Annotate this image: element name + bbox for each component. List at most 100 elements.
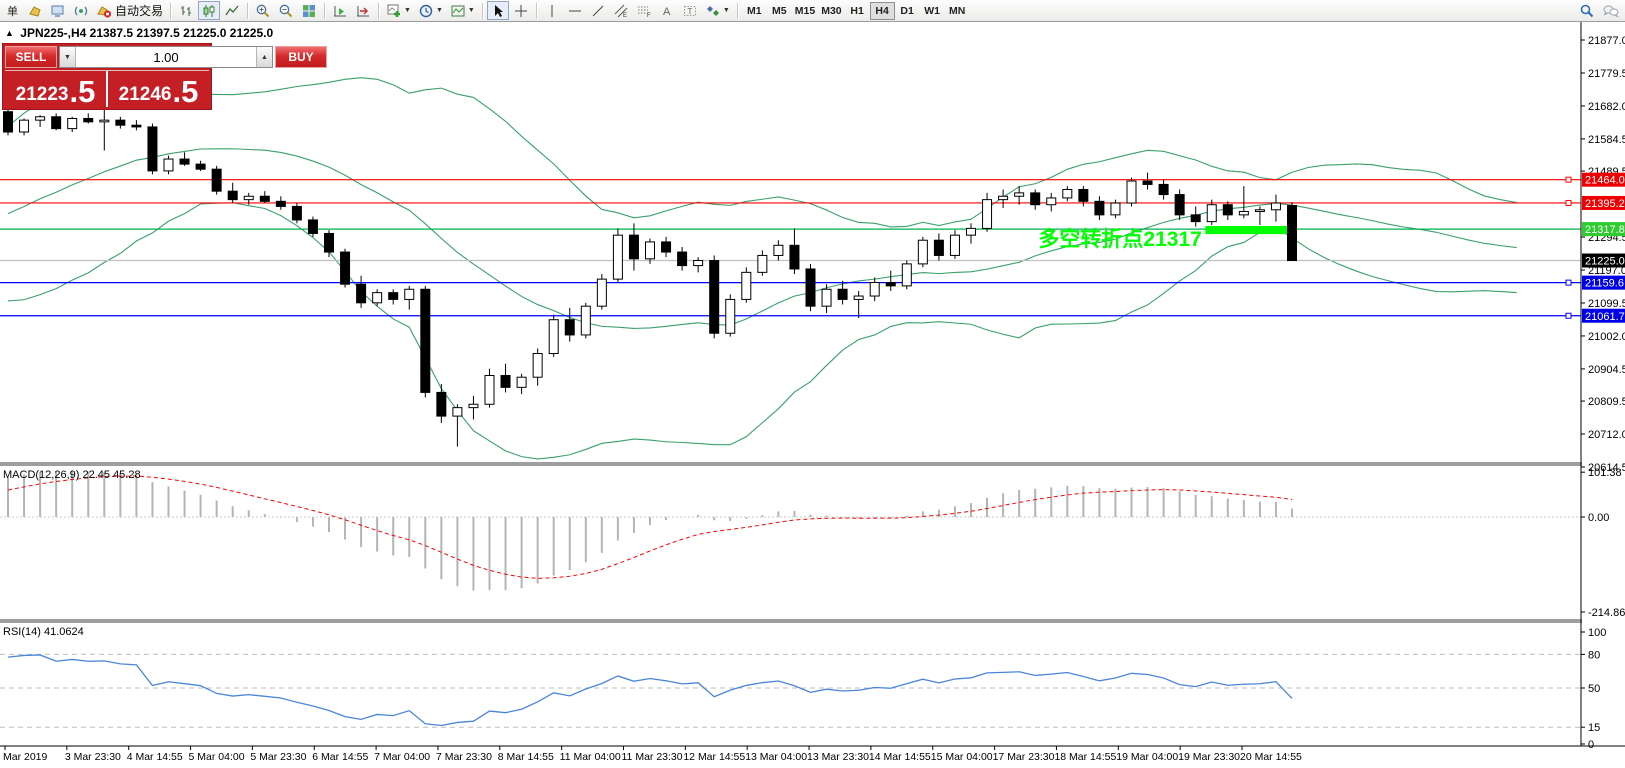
vertical-line-icon	[544, 3, 560, 19]
svg-text:7 Mar 23:30: 7 Mar 23:30	[436, 751, 492, 763]
new-chart-button[interactable]: ▼	[383, 1, 414, 20]
horizontal-line-tool-button[interactable]	[564, 1, 586, 20]
zoom-in-button[interactable]	[252, 1, 274, 20]
text-icon: A	[659, 3, 675, 19]
price-line-21159.6[interactable]	[0, 280, 1581, 285]
time-axis[interactable]: Mar 20193 Mar 23:304 Mar 14:555 Mar 04:0…	[3, 746, 1302, 763]
charts-folder-button[interactable]	[24, 1, 46, 20]
tile-windows-button[interactable]	[298, 1, 320, 20]
crosshair-tool-button[interactable]	[510, 1, 532, 20]
svg-text:8 Mar 14:55: 8 Mar 14:55	[498, 751, 554, 763]
tab-timeframe-h1[interactable]: H1	[845, 2, 870, 20]
zoom-out-button[interactable]	[275, 1, 297, 20]
search-icon	[1579, 3, 1595, 19]
chart-window: 多空转折点2131721877.021779.521682.021584.521…	[0, 22, 1625, 768]
price-line-21395.2[interactable]	[0, 200, 1581, 205]
periods-button[interactable]: ▼	[415, 1, 446, 20]
price-badge-21225.0: 21225.0	[1582, 254, 1625, 268]
fibonacci-tool-button[interactable]: F	[633, 1, 655, 20]
bar-chart-type-button[interactable]	[175, 1, 197, 20]
toolbar-separator	[378, 3, 379, 19]
fibonacci-icon: F	[636, 3, 652, 19]
tab-timeframe-m15[interactable]: M15	[792, 2, 818, 20]
svg-text:-214.86: -214.86	[1588, 607, 1625, 619]
horizontal-line-icon	[567, 3, 583, 19]
one-click-trading-panel: SELL ▼ ▲ BUY 21223.5 21246.5	[2, 43, 212, 110]
terminal-button[interactable]	[47, 1, 69, 20]
candlestick-chart-type-button[interactable]	[198, 1, 220, 20]
svg-text:21099.5: 21099.5	[1588, 298, 1625, 310]
dropdown-caret-icon: ▼	[436, 7, 443, 14]
tab-timeframe-m5[interactable]: M5	[767, 2, 792, 20]
tab-timeframe-d1[interactable]: D1	[895, 2, 920, 20]
tab-timeframe-mn[interactable]: MN	[945, 2, 970, 20]
line-chart-type-button[interactable]	[221, 1, 243, 20]
price-badge-21061.7: 21061.7	[1582, 309, 1625, 323]
svg-text:100: 100	[1588, 627, 1606, 639]
charts-folder-icon	[27, 3, 43, 19]
sell-button[interactable]: SELL	[5, 46, 57, 68]
trendline-tool-button[interactable]	[587, 1, 609, 20]
arrows-tool-button[interactable]: ▼	[702, 1, 733, 20]
arrows-icon	[705, 3, 721, 19]
toolbar-separator	[324, 3, 325, 19]
svg-text:17 Mar 23:30: 17 Mar 23:30	[993, 751, 1055, 763]
text-label-tool-button[interactable]: T	[679, 1, 701, 20]
tab-timeframe-h4[interactable]: H4	[870, 2, 895, 20]
tab-timeframe-m1[interactable]: M1	[742, 2, 767, 20]
svg-text:3 Mar 23:30: 3 Mar 23:30	[65, 751, 121, 763]
svg-text:20904.5: 20904.5	[1588, 364, 1625, 376]
buy-price[interactable]: 21246.5	[106, 71, 209, 107]
svg-text:18 Mar 14:55: 18 Mar 14:55	[1054, 751, 1116, 763]
macd-histogram	[8, 471, 1292, 590]
price-badge-21159.6: 21159.6	[1582, 276, 1625, 290]
chart-shift-button[interactable]	[352, 1, 374, 20]
rsi-indicator-label: RSI(14) 41.0624	[3, 626, 84, 638]
ohlc-readout: 21387.5 21397.5 21225.0 21225.0	[90, 26, 274, 40]
svg-text:T: T	[687, 7, 692, 16]
svg-text:19 Mar 04:00: 19 Mar 04:00	[1116, 751, 1178, 763]
autotrading-icon	[96, 3, 112, 19]
price-line-21061.7[interactable]	[0, 313, 1581, 318]
svg-text:E: E	[623, 13, 627, 19]
volume-input[interactable]	[76, 47, 256, 67]
new-order-button[interactable]: 单	[2, 1, 23, 20]
chat-icon	[1602, 3, 1620, 19]
trendline-icon	[590, 3, 606, 19]
svg-text:21061.7: 21061.7	[1585, 311, 1625, 323]
svg-text:80: 80	[1588, 649, 1600, 661]
vertical-line-tool-button[interactable]	[541, 1, 563, 20]
autotrading-button[interactable]: 自动交易	[93, 1, 166, 20]
chat-button[interactable]	[1599, 1, 1623, 20]
text-tool-button[interactable]: A	[656, 1, 678, 20]
toolbar: 单 自动交易	[0, 0, 1625, 22]
autotrading-label: 自动交易	[115, 2, 163, 19]
auto-scroll-button[interactable]	[329, 1, 351, 20]
svg-text:20712.0: 20712.0	[1588, 429, 1625, 441]
timeframe-group: M1M5M15M30H1H4D1W1MN	[742, 2, 970, 20]
annotation-text[interactable]: 多空转折点21317	[1038, 227, 1201, 251]
price-line-21464.0[interactable]	[0, 177, 1581, 182]
cursor-icon	[490, 3, 506, 19]
search-button[interactable]	[1576, 1, 1598, 20]
cursor-tool-button[interactable]	[487, 1, 509, 20]
line-chart-icon	[224, 3, 240, 19]
macd-indicator-label: MACD(12,26,9) 22.45 45.28	[3, 469, 141, 481]
symbol-period-label: JPN225-,H4	[20, 26, 86, 40]
signal-button[interactable]	[70, 1, 92, 20]
chart-canvas[interactable]: 多空转折点2131721877.021779.521682.021584.521…	[0, 22, 1625, 768]
tab-timeframe-w1[interactable]: W1	[920, 2, 945, 20]
equidistant-channel-tool-button[interactable]: E	[610, 1, 632, 20]
svg-text:12 Mar 14:55: 12 Mar 14:55	[683, 751, 745, 763]
tab-timeframe-m30[interactable]: M30	[818, 2, 844, 20]
volume-decrease-button[interactable]: ▼	[60, 47, 76, 67]
candles	[4, 103, 1297, 446]
templates-button[interactable]: ▼	[447, 1, 478, 20]
svg-text:F: F	[647, 13, 651, 19]
periods-clock-icon	[418, 3, 434, 19]
buy-button[interactable]: BUY	[275, 46, 327, 68]
volume-increase-button[interactable]: ▲	[256, 47, 272, 67]
templates-icon	[450, 3, 466, 19]
sell-price[interactable]: 21223.5	[5, 71, 106, 107]
support-highlight-bar[interactable]	[1205, 226, 1296, 234]
